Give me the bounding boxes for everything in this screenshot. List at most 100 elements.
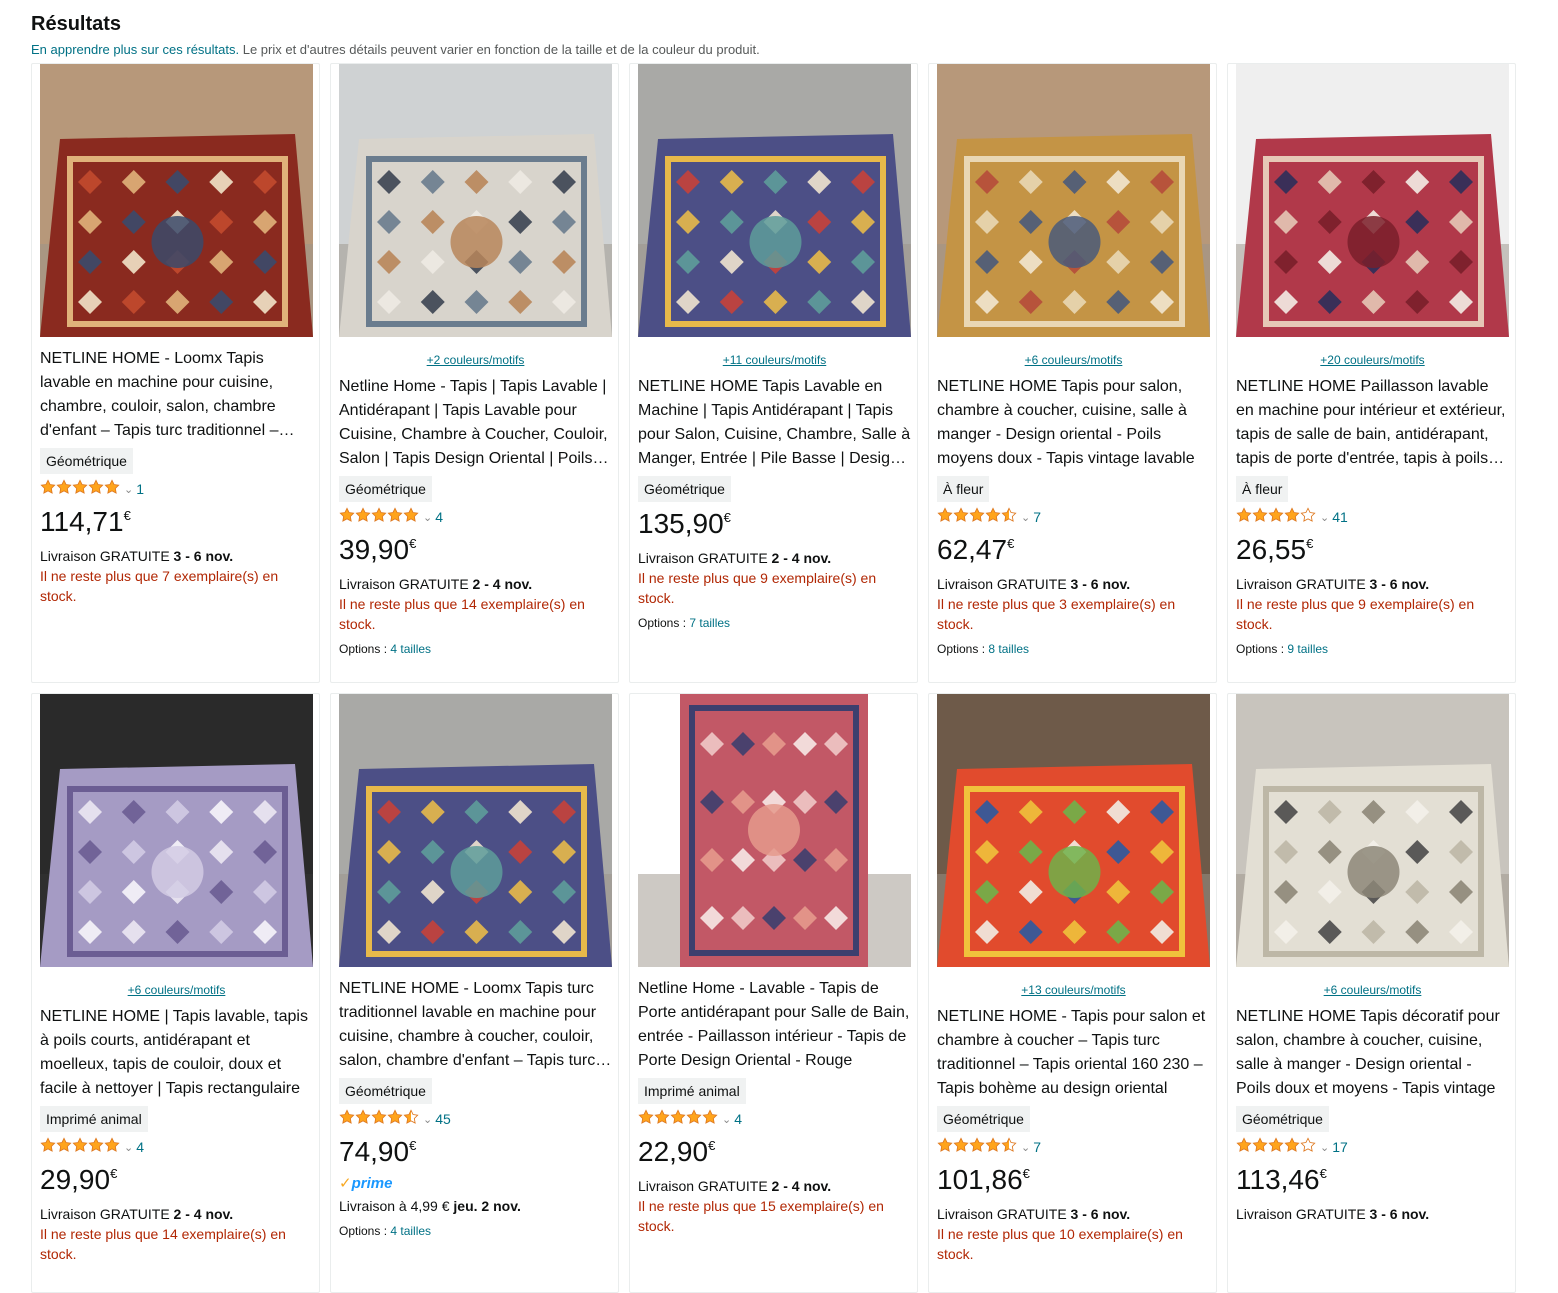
color-variants-link[interactable]: +11 couleurs/motifs	[638, 352, 911, 368]
product-title[interactable]: NETLINE HOME Tapis Lavable en Machine | …	[638, 375, 911, 471]
product-image[interactable]	[1236, 64, 1509, 337]
review-count[interactable]: 17	[1332, 1139, 1348, 1155]
chevron-down-icon[interactable]: ⌄	[423, 511, 432, 524]
product-image[interactable]	[937, 64, 1210, 337]
price[interactable]: 22,90€	[638, 1136, 911, 1172]
rating-stars[interactable]	[1236, 1136, 1316, 1158]
price[interactable]: 74,90€	[339, 1136, 612, 1172]
color-variants-link[interactable]: +13 couleurs/motifs	[937, 982, 1210, 998]
rating-stars[interactable]	[40, 478, 120, 500]
rating-stars[interactable]	[638, 1108, 718, 1130]
rating-stars[interactable]	[339, 1108, 419, 1130]
rating-stars[interactable]	[40, 1136, 120, 1158]
product-image[interactable]	[937, 694, 1210, 967]
rating[interactable]: ⌄ 4	[638, 1108, 911, 1130]
chevron-down-icon[interactable]: ⌄	[1021, 511, 1030, 524]
options-link[interactable]: 4 tailles	[390, 1224, 431, 1238]
price-amount[interactable]: 114,71	[40, 506, 124, 537]
product-card[interactable]: NETLINE HOME - Loomx Tapis turc traditio…	[330, 693, 619, 1293]
product-card[interactable]: +11 couleurs/motifs NETLINE HOME Tapis La…	[629, 63, 918, 683]
chevron-down-icon[interactable]: ⌄	[722, 1113, 731, 1126]
price[interactable]: 62,47€	[937, 534, 1210, 570]
rating[interactable]: ⌄ 17	[1236, 1136, 1509, 1158]
review-count[interactable]: 1	[136, 481, 144, 497]
product-title[interactable]: Netline Home - Lavable - Tapis de Porte …	[638, 977, 911, 1073]
color-variants-link[interactable]: +6 couleurs/motifs	[40, 982, 313, 998]
chevron-down-icon[interactable]: ⌄	[1320, 1141, 1329, 1154]
product-card[interactable]: +20 couleurs/motifs NETLINE HOME Paillass…	[1227, 63, 1516, 683]
rating[interactable]: ⌄ 41	[1236, 506, 1509, 528]
rating[interactable]: ⌄ 1	[40, 478, 313, 500]
options-link[interactable]: 8 tailles	[988, 642, 1029, 656]
rating[interactable]: ⌄ 45	[339, 1108, 612, 1130]
learn-more-link[interactable]: En apprendre plus sur ces résultats.	[31, 42, 239, 57]
product-card[interactable]: +6 couleurs/motifs NETLINE HOME Tapis déc…	[1227, 693, 1516, 1293]
chevron-down-icon[interactable]: ⌄	[1320, 511, 1329, 524]
rating-stars[interactable]	[937, 1136, 1017, 1158]
review-count[interactable]: 7	[1033, 1139, 1041, 1155]
product-card[interactable]: +2 couleurs/motifs Netline Home - Tapis |…	[330, 63, 619, 683]
product-card[interactable]: Netline Home - Lavable - Tapis de Porte …	[629, 693, 918, 1293]
price[interactable]: 135,90€	[638, 508, 911, 544]
review-count[interactable]: 4	[435, 509, 443, 525]
price[interactable]: 114,71€	[40, 506, 313, 542]
rating[interactable]: ⌄ 4	[339, 506, 612, 528]
price[interactable]: 26,55€	[1236, 534, 1509, 570]
chevron-down-icon[interactable]: ⌄	[124, 483, 133, 496]
product-card[interactable]: +6 couleurs/motifs NETLINE HOME Tapis pou…	[928, 63, 1217, 683]
product-image[interactable]	[1236, 694, 1509, 967]
product-image[interactable]	[638, 694, 911, 967]
price-amount[interactable]: 113,46	[1236, 1164, 1320, 1195]
product-title[interactable]: NETLINE HOME | Tapis lavable, tapis à po…	[40, 1005, 313, 1101]
rating-stars[interactable]	[937, 506, 1017, 528]
chevron-down-icon[interactable]: ⌄	[1021, 1141, 1030, 1154]
color-variants-link[interactable]: +6 couleurs/motifs	[937, 352, 1210, 368]
product-title[interactable]: NETLINE HOME Tapis décoratif pour salon,…	[1236, 1005, 1509, 1101]
price-amount[interactable]: 135,90	[638, 508, 724, 539]
product-image[interactable]	[638, 64, 911, 337]
product-card[interactable]: NETLINE HOME - Loomx Tapis lavable en ma…	[31, 63, 320, 683]
product-title[interactable]: NETLINE HOME Paillasson lavable en machi…	[1236, 375, 1509, 471]
product-title[interactable]: NETLINE HOME - Tapis pour salon et chamb…	[937, 1005, 1210, 1101]
product-image[interactable]	[40, 694, 313, 967]
product-image[interactable]	[339, 64, 612, 337]
review-count[interactable]: 7	[1033, 509, 1041, 525]
product-title[interactable]: NETLINE HOME Tapis pour salon, chambre à…	[937, 375, 1210, 471]
price-amount[interactable]: 74,90	[339, 1136, 409, 1167]
rating-stars[interactable]	[1236, 506, 1316, 528]
review-count[interactable]: 45	[435, 1111, 451, 1127]
price-amount[interactable]: 29,90	[40, 1164, 110, 1195]
review-count[interactable]: 41	[1332, 509, 1348, 525]
rating[interactable]: ⌄ 7	[937, 506, 1210, 528]
rating-stars[interactable]	[339, 506, 419, 528]
options-link[interactable]: 4 tailles	[390, 642, 431, 656]
options-link[interactable]: 9 tailles	[1287, 642, 1328, 656]
price-amount[interactable]: 62,47	[937, 534, 1007, 565]
results-title: Résultats	[31, 13, 122, 35]
chevron-down-icon[interactable]: ⌄	[423, 1113, 432, 1126]
chevron-down-icon[interactable]: ⌄	[124, 1141, 133, 1154]
product-image[interactable]	[40, 64, 313, 337]
product-title[interactable]: Netline Home - Tapis | Tapis Lavable | A…	[339, 375, 612, 471]
color-variants-link[interactable]: +2 couleurs/motifs	[339, 352, 612, 368]
color-variants-link[interactable]: +6 couleurs/motifs	[1236, 982, 1509, 998]
review-count[interactable]: 4	[734, 1111, 742, 1127]
review-count[interactable]: 4	[136, 1139, 144, 1155]
price[interactable]: 101,86€	[937, 1164, 1210, 1200]
product-card[interactable]: +6 couleurs/motifs NETLINE HOME | Tapis l…	[31, 693, 320, 1293]
price[interactable]: 113,46€	[1236, 1164, 1509, 1200]
price[interactable]: 39,90€	[339, 534, 612, 570]
price[interactable]: 29,90€	[40, 1164, 313, 1200]
price-amount[interactable]: 26,55	[1236, 534, 1306, 565]
product-image[interactable]	[339, 694, 612, 967]
price-amount[interactable]: 101,86	[937, 1164, 1023, 1195]
price-amount[interactable]: 39,90	[339, 534, 409, 565]
rating[interactable]: ⌄ 7	[937, 1136, 1210, 1158]
price-amount[interactable]: 22,90	[638, 1136, 708, 1167]
product-title[interactable]: NETLINE HOME - Loomx Tapis lavable en ma…	[40, 347, 313, 443]
product-card[interactable]: +13 couleurs/motifs NETLINE HOME - Tapis …	[928, 693, 1217, 1293]
options-link[interactable]: 7 tailles	[689, 616, 730, 630]
rating[interactable]: ⌄ 4	[40, 1136, 313, 1158]
product-title[interactable]: NETLINE HOME - Loomx Tapis turc traditio…	[339, 977, 612, 1073]
color-variants-link[interactable]: +20 couleurs/motifs	[1236, 352, 1509, 368]
